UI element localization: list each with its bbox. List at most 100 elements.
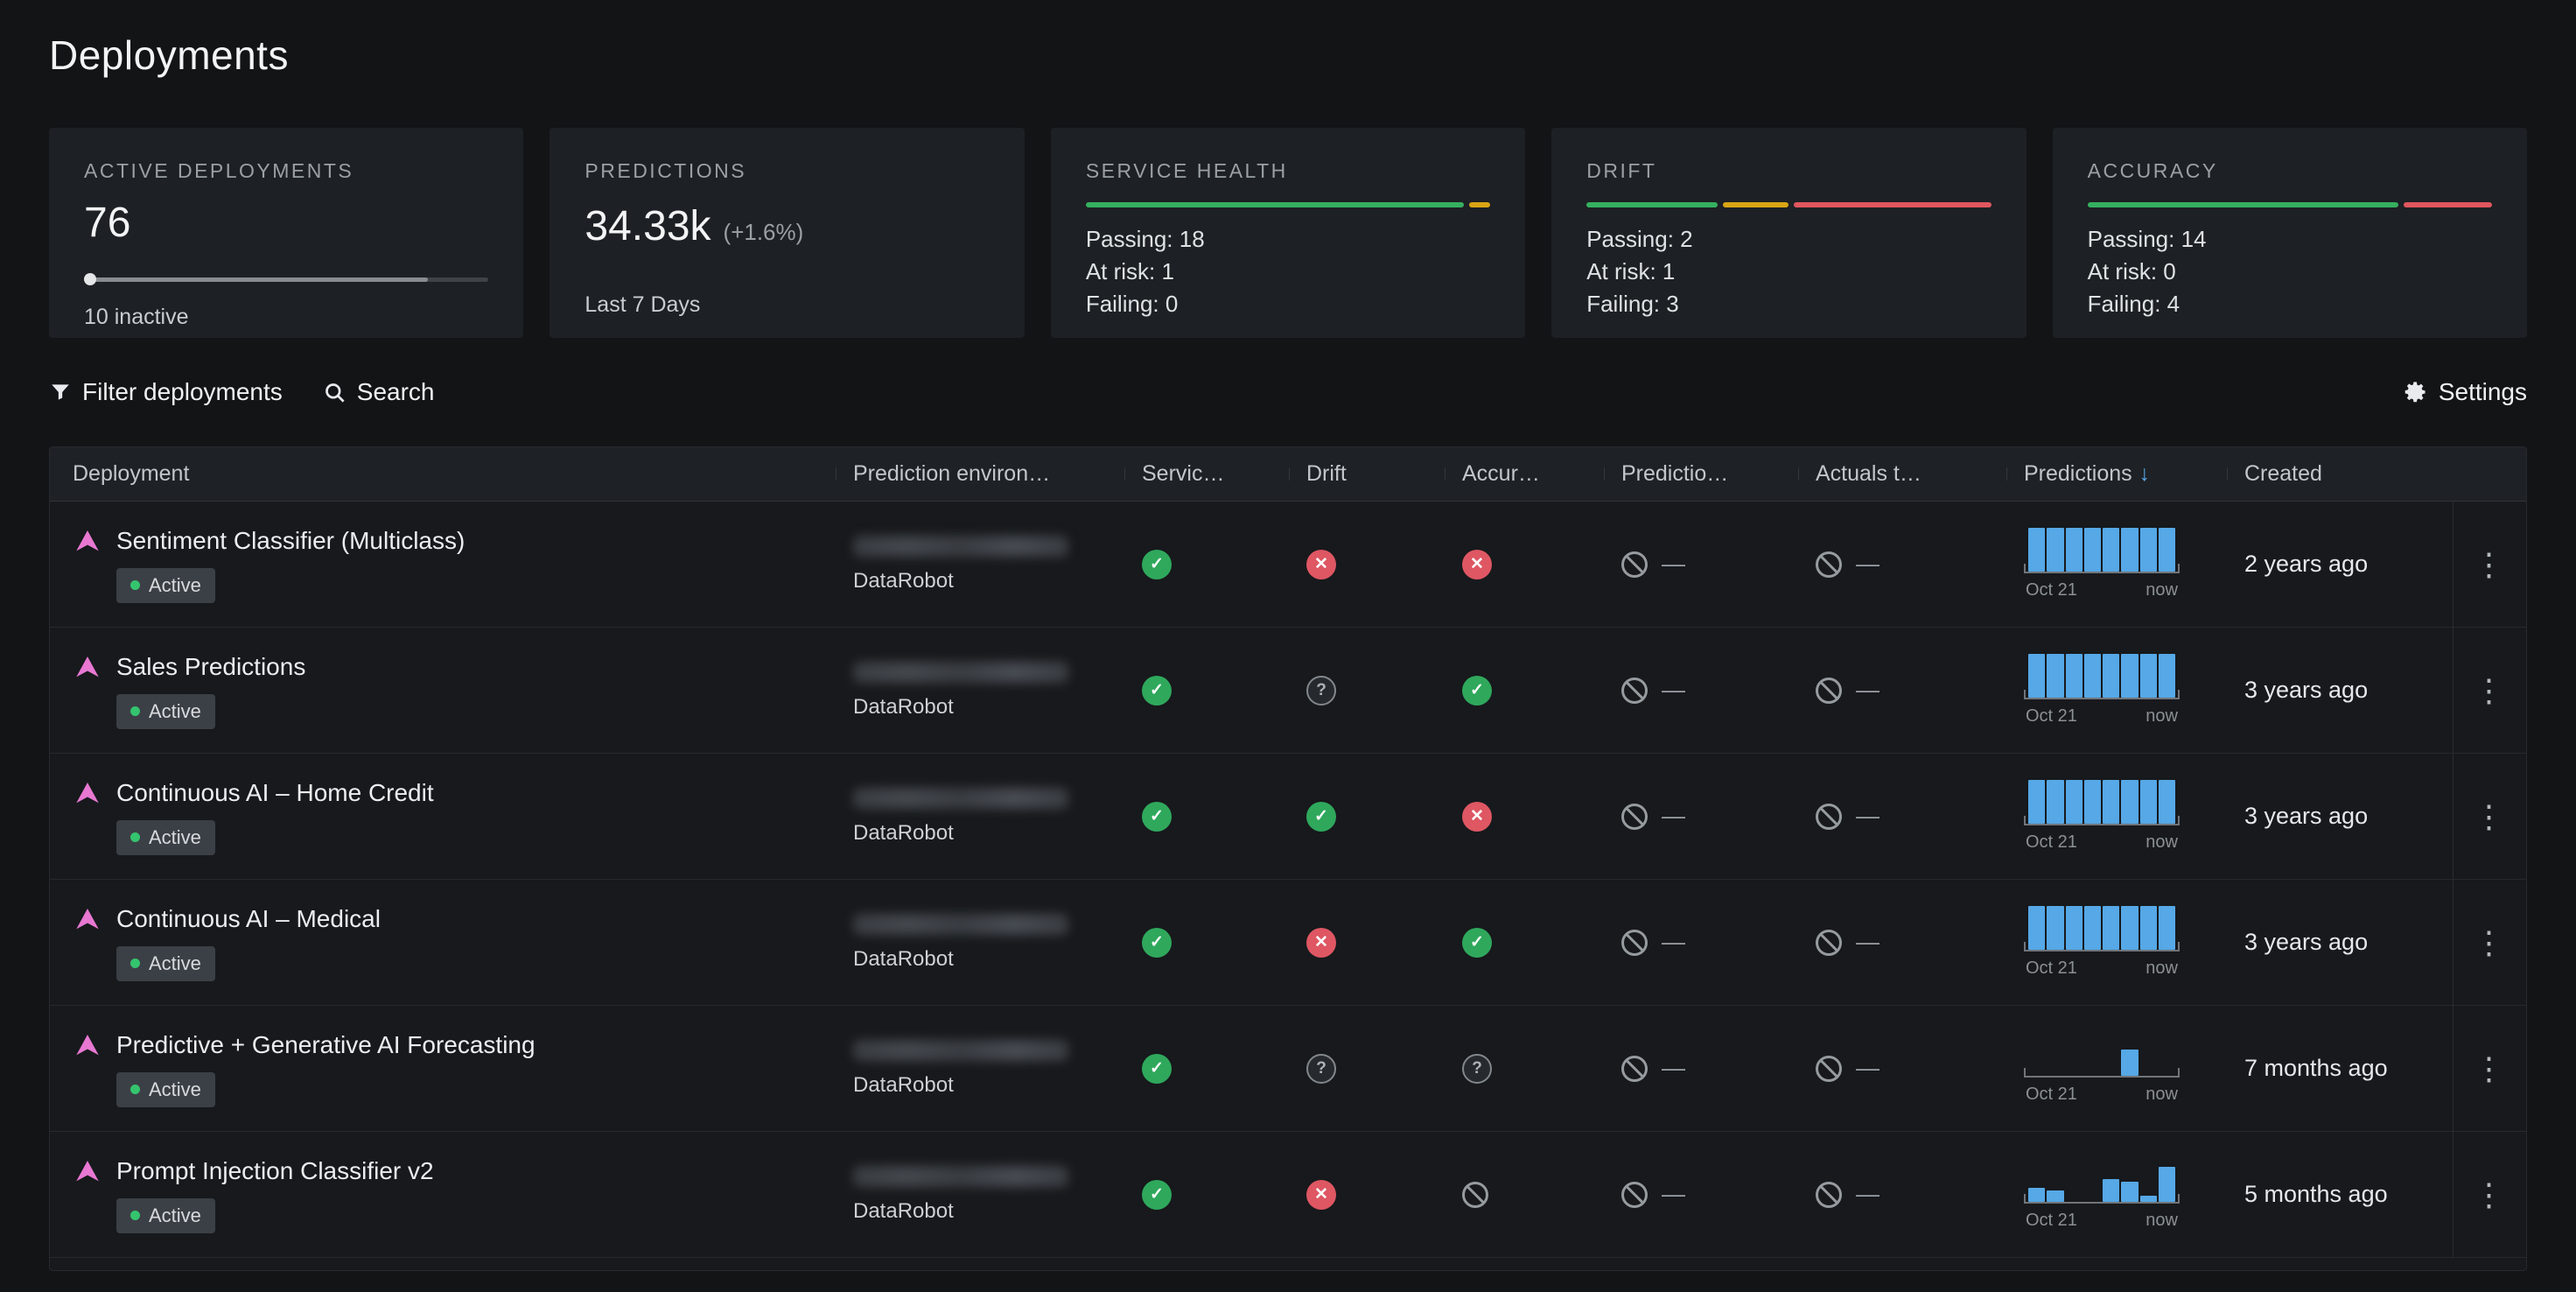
status-distribution-bar (1086, 202, 1490, 207)
prediction-env-redacted (853, 1040, 1068, 1061)
accuracy-cell (1445, 1182, 1604, 1208)
actuals-cell: — (1798, 677, 2006, 704)
spark-bar (2047, 906, 2063, 950)
no-value-dash: — (1662, 677, 1685, 704)
prediction-issues-cell: — (1604, 929, 1798, 956)
drift-cell: ? (1289, 1054, 1445, 1084)
deployment-row[interactable]: Continuous AI – Home Credit Active DataR… (50, 754, 2526, 880)
spark-start-label: Oct 21 (2026, 958, 2077, 979)
no-value-dash: — (1662, 929, 1685, 956)
drift-cell: ✕ (1289, 1180, 1445, 1210)
status-lines: Passing: 18At risk: 1Failing: 0 (1086, 223, 1490, 320)
actuals-cell: — (1798, 1181, 2006, 1208)
no-value-dash: — (1662, 1181, 1685, 1208)
prediction-env-platform: DataRobot (853, 1199, 1124, 1224)
kebab-menu-icon[interactable]: ⋮ (2474, 675, 2505, 706)
deployment-icon (73, 1030, 102, 1060)
status-badge: Active (116, 694, 215, 729)
deployment-row[interactable]: Predictive + Generative AI Forecasting A… (50, 1006, 2526, 1132)
status-none-icon (1816, 1182, 1842, 1208)
spark-bar (2066, 528, 2082, 572)
prediction-issues-cell: — (1604, 1055, 1798, 1082)
summary-card-service-health: SERVICE HEALTH Passing: 18At risk: 1Faili… (1051, 128, 1525, 338)
column-header-predictions[interactable]: Predictions↓ (2006, 461, 2227, 487)
spark-bar (2140, 654, 2157, 698)
kebab-menu-icon[interactable]: ⋮ (2474, 1179, 2505, 1211)
deployment-name: Predictive + Generative AI Forecasting (116, 1031, 536, 1059)
status-pass-icon: ✓ (1142, 802, 1172, 832)
predictions-delta: (+1.6%) (724, 219, 804, 246)
kebab-menu-icon[interactable]: ⋮ (2474, 801, 2505, 832)
deployment-row[interactable]: Sentiment Classifier (Multiclass) Active… (50, 502, 2526, 628)
kebab-menu-icon[interactable]: ⋮ (2474, 927, 2505, 958)
active-dot-icon (130, 832, 140, 842)
card-label: SERVICE HEALTH (1086, 159, 1490, 183)
prediction-env-platform: DataRobot (853, 821, 1124, 846)
deployment-cell: Continuous AI – Home Credit Active (50, 778, 836, 855)
kebab-menu-icon[interactable]: ⋮ (2474, 549, 2505, 580)
column-header-predictio-[interactable]: Predictio… (1604, 461, 1798, 487)
status-fail-icon: ✕ (1462, 802, 1492, 832)
status-none-icon (1816, 1056, 1842, 1082)
column-header-deployment[interactable]: Deployment (50, 461, 836, 487)
column-header-actuals-t-[interactable]: Actuals t… (1798, 461, 2006, 487)
deployment-icon (73, 1156, 102, 1186)
spark-bar (2084, 780, 2101, 824)
service-health-cell: ✓ (1124, 1180, 1289, 1210)
status-badge: Active (116, 568, 215, 603)
column-header-accur-[interactable]: Accur… (1445, 461, 1604, 487)
status-line-1: At risk: 1 (1086, 256, 1490, 288)
deployment-cell: Continuous AI – Medical Active (50, 904, 836, 981)
deployment-row[interactable]: Continuous AI – Medical Active DataRobot… (50, 880, 2526, 1006)
spark-bar (2028, 780, 2045, 824)
prediction-env-redacted (853, 1166, 1068, 1187)
no-value-dash: — (1856, 1055, 1880, 1082)
spark-bar (2084, 528, 2101, 572)
prediction-env-redacted (853, 788, 1068, 809)
accuracy-cell: ✕ (1445, 550, 1604, 579)
status-pass-icon: ✓ (1142, 1054, 1172, 1084)
column-header-created[interactable]: Created (2227, 461, 2453, 487)
row-menu-cell: ⋮ (2453, 1006, 2524, 1131)
prediction-environment-cell: DataRobot (836, 788, 1124, 846)
deployment-name: Continuous AI – Medical (116, 905, 381, 933)
no-value-dash: — (1856, 1181, 1880, 1208)
status-badge-label: Active (149, 574, 201, 597)
summary-card-accuracy: ACCURACYPassing: 14At risk: 0Failing: 4 (2053, 128, 2527, 338)
card-label: ACCURACY (2088, 159, 2492, 183)
service-health-cell: ✓ (1124, 928, 1289, 958)
spark-bar (2121, 528, 2138, 572)
spark-bar (2159, 654, 2175, 698)
spark-bar (2121, 1050, 2138, 1076)
deployment-name: Continuous AI – Home Credit (116, 779, 434, 807)
status-segment-passing (2088, 202, 2398, 207)
no-value-dash: — (1856, 551, 1880, 578)
status-pass-icon: ✓ (1306, 802, 1336, 832)
filter-deployments-button[interactable]: Filter deployments (49, 378, 283, 406)
prediction-env-redacted (853, 536, 1068, 557)
progress-knob (84, 273, 96, 285)
spark-bar (2103, 654, 2119, 698)
status-pass-icon: ✓ (1462, 928, 1492, 958)
status-pass-icon: ✓ (1142, 928, 1172, 958)
deployment-icon (73, 904, 102, 934)
search-button[interactable]: Search (323, 378, 435, 406)
deployment-row[interactable]: Prompt Injection Classifier v2 Active Da… (50, 1132, 2526, 1258)
actuals-cell: — (1798, 1055, 2006, 1082)
kebab-menu-icon[interactable]: ⋮ (2474, 1053, 2505, 1085)
deployments-page: Deployments ACTIVE DEPLOYMENTS76 10 inac… (0, 0, 2576, 1271)
prediction-environment-cell: DataRobot (836, 1166, 1124, 1224)
predictions-sparkline-cell: Oct 21 now (2006, 1158, 2227, 1231)
column-header-drift[interactable]: Drift (1289, 461, 1445, 487)
service-health-cell: ✓ (1124, 676, 1289, 706)
predictions-sparkline: Oct 21 now (2024, 780, 2180, 853)
settings-button[interactable]: Settings (2404, 378, 2527, 406)
active-dot-icon (130, 1211, 140, 1220)
deployment-row[interactable]: Sales Predictions Active DataRobot ✓ ? ✓… (50, 628, 2526, 754)
no-value-dash: — (1662, 803, 1685, 830)
column-header-servic-[interactable]: Servic… (1124, 461, 1289, 487)
sort-desc-icon: ↓ (2139, 461, 2151, 486)
status-badge-label: Active (149, 826, 201, 849)
column-header-prediction-environ-[interactable]: Prediction environ… (836, 461, 1124, 487)
prediction-environment-cell: DataRobot (836, 536, 1124, 593)
